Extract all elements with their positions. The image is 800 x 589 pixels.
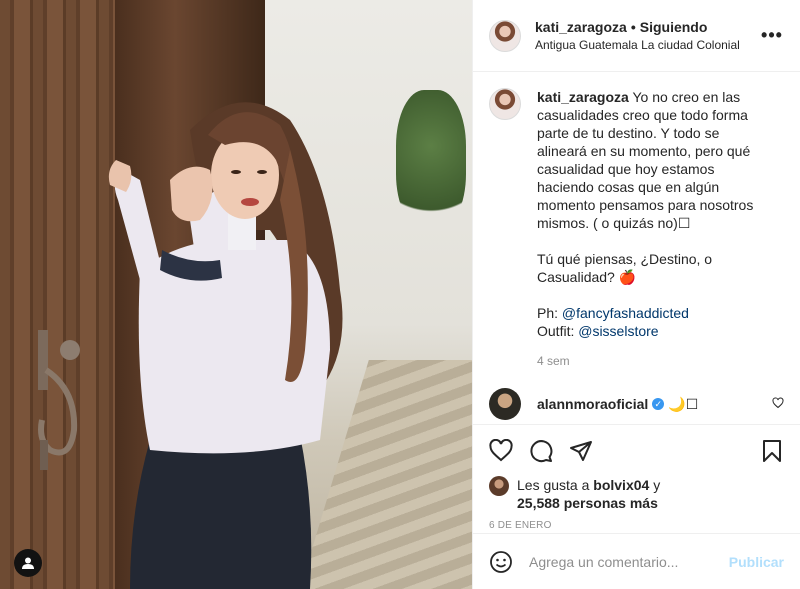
comment-text: 🌙☐ <box>668 395 699 412</box>
more-icon[interactable]: ••• <box>760 25 784 46</box>
commenter-username[interactable]: alannmoraoficial <box>537 396 648 412</box>
emoji-icon[interactable] <box>489 550 513 574</box>
comment-icon[interactable] <box>529 439 553 463</box>
comment-row: alannmoraoficial ✓ 🌙☐ <box>489 388 784 420</box>
door-knocker <box>38 330 80 470</box>
likes-prefix: Les gusta a <box>517 477 594 493</box>
caption-body: kati_zaragoza Yo no creo en las casualid… <box>537 88 769 370</box>
bookmark-icon[interactable] <box>760 439 784 463</box>
post-header: kati_zaragoza • Siguiendo Antigua Guatemal… <box>473 0 800 72</box>
follow-status-button[interactable]: Siguiendo <box>640 19 708 35</box>
tree <box>396 90 466 230</box>
photo-credit-label: Ph: <box>537 305 562 321</box>
author-meta: kati_zaragoza • Siguiendo Antigua Guatemal… <box>535 18 760 54</box>
likes-count-button[interactable]: 25,588 personas más <box>517 495 658 511</box>
outfit-credit-label: Outfit: <box>537 323 579 339</box>
caption-text: Yo no creo en las casualidades creo que … <box>537 89 754 231</box>
separator-dot: • <box>630 18 636 35</box>
publish-button[interactable]: Publicar <box>729 554 784 570</box>
wooden-door <box>0 0 115 589</box>
caption-question: Tú qué piensas, ¿Destino, o Casualidad? … <box>537 251 713 285</box>
caption: kati_zaragoza Yo no creo en las casualid… <box>489 88 784 370</box>
comments-section: kati_zaragoza Yo no creo en las casualid… <box>473 72 800 424</box>
share-icon[interactable] <box>569 439 593 463</box>
author-username[interactable]: kati_zaragoza <box>535 19 627 35</box>
verified-badge-icon: ✓ <box>652 398 665 410</box>
heart-icon[interactable] <box>489 438 513 463</box>
photo-credit-link[interactable]: @fancyfashaddicted <box>562 305 689 321</box>
outfit-credit-link[interactable]: @sisselstore <box>578 323 658 339</box>
comment-input[interactable] <box>529 553 729 570</box>
commenter-avatar[interactable] <box>489 388 521 420</box>
liker-avatar[interactable] <box>489 476 509 496</box>
caption-time-ago[interactable]: 4 sem <box>537 352 769 370</box>
user-tag-icon[interactable] <box>14 549 42 577</box>
first-liker[interactable]: bolvix04 <box>593 477 649 493</box>
likes-summary: Les gusta a bolvix04 y 25,588 personas m… <box>473 476 800 512</box>
post-photo[interactable] <box>0 0 472 589</box>
woman-portrait <box>108 102 343 589</box>
add-comment-bar: Publicar <box>473 533 800 589</box>
caption-username[interactable]: kati_zaragoza <box>537 89 629 105</box>
likes-connector: y <box>649 477 661 493</box>
action-bar <box>473 424 800 476</box>
author-avatar[interactable] <box>489 19 521 52</box>
caption-author-avatar[interactable] <box>489 88 521 120</box>
post-details-panel: kati_zaragoza • Siguiendo Antigua Guatemal… <box>472 0 800 589</box>
comment-like-heart-icon[interactable] <box>772 396 784 412</box>
post-location[interactable]: Antigua Guatemala La ciudad Colonial <box>535 36 760 54</box>
